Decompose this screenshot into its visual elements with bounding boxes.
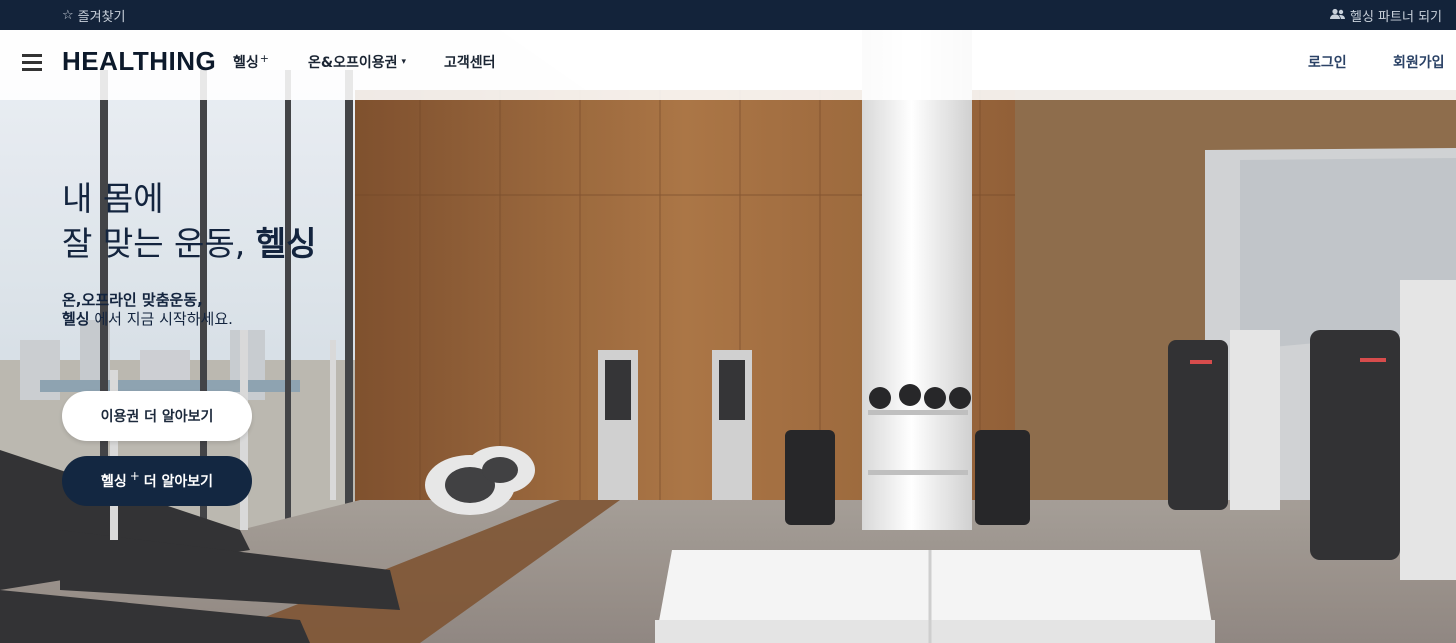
nav-support-label: 고객센터 [444, 55, 496, 71]
btn-plus-rest: 더 알아보기 [143, 474, 214, 490]
nav-item-passes[interactable]: 온&오프이용권 ▾ [308, 30, 406, 94]
subtitle-brand: 헬싱 [62, 310, 90, 328]
favorites-link[interactable]: ☆ 즐겨찾기 [62, 0, 126, 30]
nav-item-healthing[interactable]: 헬싱 + [233, 30, 269, 94]
favorites-label: 즐겨찾기 [77, 9, 126, 25]
headline-line2-bold: 헬싱 [255, 224, 317, 263]
btn-plus-sup: + [129, 469, 140, 483]
subtitle-line2: 헬싱 에서 지금 시작하세요. [62, 310, 233, 329]
login-link[interactable]: 로그인 [1308, 30, 1347, 94]
headline-line1: 내 몸에 [62, 179, 164, 218]
hero-background-image [0, 30, 1456, 643]
signup-link[interactable]: 회원가입 [1393, 30, 1445, 94]
hero-subtitle: 온,오프라인 맞춤운동, 헬싱 에서 지금 시작하세요. [62, 291, 233, 329]
healthing-plus-more-button[interactable]: 헬싱 + 더 알아보기 [62, 456, 252, 506]
nav-healthing-label: 헬싱 [233, 55, 259, 71]
partner-label: 헬싱 파트너 되기 [1350, 9, 1442, 25]
nav-passes-label: 온&오프이용권 [308, 55, 398, 71]
headline-line2-regular: 잘 맞는 운동, [62, 224, 256, 263]
top-utility-bar: ☆ 즐겨찾기 헬싱 파트너 되기 [0, 0, 1456, 30]
partner-link[interactable]: 헬싱 파트너 되기 [1330, 0, 1442, 30]
subtitle-rest: 에서 지금 시작하세요. [89, 310, 233, 328]
subtitle-line1: 온,오프라인 맞춤운동, [62, 291, 203, 309]
logo[interactable]: HEALTHING [62, 46, 216, 77]
hero-headline: 내 몸에 잘 맞는 운동, 헬싱 [62, 176, 317, 266]
nav-item-support[interactable]: 고객센터 [444, 30, 496, 94]
user-group-icon [1330, 8, 1346, 23]
caret-down-icon: ▾ [401, 57, 407, 67]
hamburger-menu-icon[interactable] [22, 54, 42, 72]
pass-more-button[interactable]: 이용권 더 알아보기 [62, 391, 252, 441]
btn-plus-brand: 헬싱 [100, 474, 127, 490]
nav-healthing-plus: + [259, 51, 269, 65]
star-outline-icon: ☆ [62, 7, 74, 23]
main-header: HEALTHING 헬싱 + 온&오프이용권 ▾ 고객센터 로그인 회원가입 [0, 30, 1456, 100]
